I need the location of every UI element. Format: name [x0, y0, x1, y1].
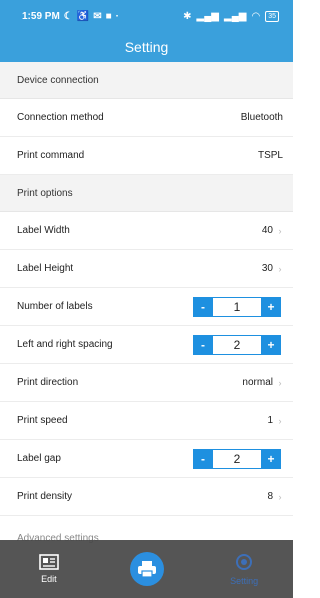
mail-icon: ✉ — [93, 10, 102, 22]
print-command-value: TSPL — [257, 150, 283, 161]
chevron-right-icon: › — [278, 263, 282, 274]
connection-method-value: Bluetooth — [240, 112, 283, 123]
row-number-of-labels: Number of labels - 1 + — [0, 288, 293, 326]
row-label-gap: Label gap - 2 + — [0, 440, 293, 478]
increment-button[interactable]: + — [261, 334, 281, 355]
tab-edit-label: Edit — [41, 574, 57, 584]
decrement-button[interactable]: - — [193, 334, 213, 355]
spacing-stepper: - 2 + — [193, 334, 281, 355]
print-button[interactable] — [98, 540, 196, 598]
accessibility-icon: ♿ — [76, 10, 90, 22]
page-title: Setting — [124, 39, 169, 55]
row-label-height[interactable]: Label Height 30 › — [0, 250, 293, 288]
row-print-density[interactable]: Print density 8 › — [0, 478, 293, 516]
row-left-right-spacing: Left and right spacing - 2 + — [0, 326, 293, 364]
chevron-right-icon: › — [278, 377, 282, 388]
bluetooth-icon: ✱ — [183, 10, 192, 22]
label-gap-stepper: - 2 + — [193, 448, 281, 469]
tab-edit[interactable]: Edit — [0, 540, 98, 598]
label-width-value: 40 — [261, 225, 273, 236]
chevron-right-icon: › — [278, 491, 282, 502]
status-time: 1:59 PM — [22, 10, 60, 22]
row-print-speed[interactable]: Print speed 1 › — [0, 402, 293, 440]
print-density-value: 8 — [267, 491, 273, 502]
increment-button[interactable]: + — [261, 448, 281, 469]
edit-icon — [39, 554, 59, 570]
section-device-connection: Device connection — [0, 62, 293, 99]
wifi-icon: ◠ — [251, 10, 261, 22]
settings-list[interactable]: Device connection Connection method Blue… — [0, 62, 293, 540]
decrement-button[interactable]: - — [193, 448, 213, 469]
chat-icon: ■ — [105, 10, 112, 22]
printer-icon — [137, 561, 156, 578]
decrement-button[interactable]: - — [193, 296, 213, 317]
row-print-command[interactable]: Print command TSPL — [0, 137, 293, 175]
section-print-options: Print options — [0, 175, 293, 212]
moon-icon: ☾ — [63, 10, 73, 22]
row-print-direction[interactable]: Print direction normal › — [0, 364, 293, 402]
chevron-right-icon: › — [278, 415, 282, 426]
signal-icon: ▂▄▆ — [224, 10, 247, 22]
tab-setting[interactable]: Setting — [195, 540, 293, 598]
app-bar: Setting — [0, 32, 293, 62]
battery-icon: 35 — [265, 10, 279, 22]
tab-setting-label: Setting — [230, 576, 259, 586]
chevron-right-icon: › — [278, 225, 282, 236]
status-bar: 1:59 PM ☾ ♿ ✉ ■ · ✱ ▂▄▆ ▂▄▆ ◠ 35 — [0, 0, 293, 32]
number-of-labels-value[interactable]: 1 — [213, 296, 261, 317]
signal-icon: ▂▄▆ — [196, 10, 219, 22]
label-height-value: 30 — [261, 263, 273, 274]
print-direction-value: normal — [242, 377, 273, 388]
row-label-width[interactable]: Label Width 40 › — [0, 212, 293, 250]
label-gap-value[interactable]: 2 — [213, 448, 261, 469]
increment-button[interactable]: + — [261, 296, 281, 317]
row-connection-method[interactable]: Connection method Bluetooth — [0, 99, 293, 137]
dot-icon: · — [115, 10, 119, 22]
print-speed-value: 1 — [267, 415, 273, 426]
spacing-value[interactable]: 2 — [213, 334, 261, 355]
gear-icon — [236, 554, 253, 570]
number-of-labels-stepper: - 1 + — [193, 296, 281, 317]
bottom-tab-bar: Edit Setting — [0, 540, 293, 598]
